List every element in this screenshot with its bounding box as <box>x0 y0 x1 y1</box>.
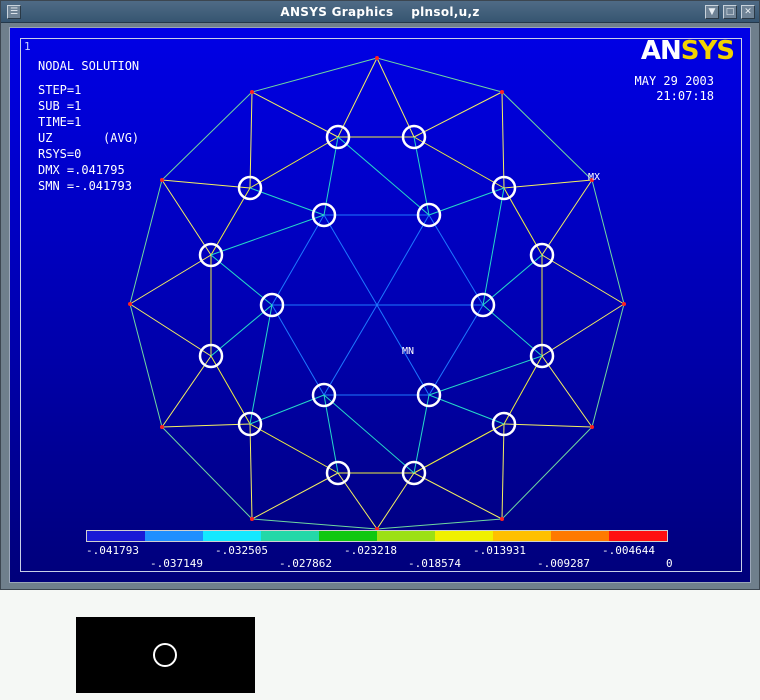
legend-label-bottom-3: -.018574 <box>408 557 461 570</box>
mesh-edge <box>251 91 339 138</box>
mesh-edge <box>501 426 593 520</box>
legend-label-top-1: -.041793 <box>86 544 139 557</box>
mesh-edge <box>413 91 503 138</box>
mesh-edge <box>413 136 505 189</box>
mesh-edge <box>251 472 339 520</box>
outer-node <box>160 178 164 182</box>
window-title: ANSYS Graphics <box>280 5 394 19</box>
maximize-icon[interactable]: □ <box>723 5 737 19</box>
node-circle-icon <box>153 643 177 667</box>
mesh-edge <box>376 57 415 138</box>
mesh-edge <box>541 254 625 305</box>
mesh-edge <box>249 304 273 425</box>
mesh-edge <box>428 355 543 396</box>
mesh-edge <box>251 518 378 530</box>
mesh-edge <box>541 179 593 256</box>
outer-node <box>128 302 132 306</box>
window-titlebar[interactable]: ☰ ANSYS Graphics plnsol,u,z ▼ □ ✕ <box>1 1 759 23</box>
legend-label-bottom-4: -.009287 <box>537 557 590 570</box>
mesh-edge <box>251 57 378 93</box>
legend-band-8 <box>493 531 551 541</box>
mesh-edge <box>541 355 593 428</box>
legend-band-6 <box>377 531 435 541</box>
legend-band-7 <box>435 531 493 541</box>
legend-band-10 <box>609 531 667 541</box>
mesh-edge <box>413 472 503 520</box>
window-command: plnsol,u,z <box>411 5 480 19</box>
mesh-edge <box>413 423 505 474</box>
ansys-graphics-window: ☰ ANSYS Graphics plnsol,u,z ▼ □ ✕ 1 ANSY… <box>0 0 760 590</box>
min-label: MN <box>402 346 414 357</box>
legend-label-top-4: -.013931 <box>473 544 526 557</box>
outer-node <box>375 56 379 60</box>
outer-node <box>500 517 504 521</box>
legend-label-top-2: -.032505 <box>215 544 268 557</box>
legend-band-5 <box>319 531 377 541</box>
legend-band-4 <box>261 531 319 541</box>
mesh-edge <box>376 518 503 530</box>
menu-icon[interactable]: ☰ <box>7 5 21 19</box>
mesh-edge <box>482 187 505 306</box>
outer-node <box>160 425 164 429</box>
mesh-edge <box>503 423 593 428</box>
mesh-edge <box>129 303 212 357</box>
legend-label-bottom-1: -.037149 <box>150 557 203 570</box>
mesh-edge <box>501 423 505 520</box>
mesh-edge <box>249 136 339 189</box>
mesh-edge <box>337 57 378 138</box>
mesh-edge <box>541 303 625 357</box>
mesh-edge <box>129 303 163 428</box>
legend-label-bottom-2: -.027862 <box>279 557 332 570</box>
mesh-edge <box>161 423 251 428</box>
mesh-edge <box>129 179 163 305</box>
outer-node <box>622 302 626 306</box>
outer-node <box>250 517 254 521</box>
minimize-icon[interactable]: ▼ <box>705 5 719 19</box>
mesh-edge <box>161 91 253 181</box>
mesh-edge <box>591 303 625 428</box>
mesh-edge <box>428 304 484 396</box>
mesh-edge <box>323 214 378 306</box>
legend-label-bottom-5: 0 <box>666 557 673 570</box>
close-icon[interactable]: ✕ <box>741 5 755 19</box>
legend-color-bar <box>86 530 668 542</box>
legend-band-9 <box>551 531 609 541</box>
mesh-edge <box>503 179 593 189</box>
graphics-viewport[interactable]: 1 ANSYS NODAL SOLUTION STEP=1 SUB =1 TIM… <box>9 27 751 583</box>
mesh-edge <box>428 214 484 306</box>
legend-band-1 <box>87 531 145 541</box>
max-label: MX <box>588 172 600 183</box>
mesh-edge <box>271 214 325 306</box>
outer-node <box>590 425 594 429</box>
legend-band-2 <box>145 531 203 541</box>
mesh-edge <box>161 426 253 520</box>
legend-label-top-5: -.004644 <box>602 544 655 557</box>
mesh-edge <box>161 355 212 428</box>
mesh-edge <box>376 57 503 93</box>
outer-node <box>250 90 254 94</box>
node-symbol-preview <box>76 617 255 693</box>
mesh-edge <box>249 91 253 189</box>
mesh-edge <box>161 179 212 256</box>
outer-node <box>500 90 504 94</box>
fe-mesh-plot[interactable]: MX MN <box>10 28 751 583</box>
mesh-edge <box>501 91 505 189</box>
legend-label-top-3: -.023218 <box>344 544 397 557</box>
contour-legend: -.041793 -.032505 -.023218 -.013931 -.00… <box>86 530 673 570</box>
mesh-edge <box>501 91 593 181</box>
mesh-edge <box>376 214 430 306</box>
mesh-edge <box>323 304 378 396</box>
mesh-edge <box>210 214 325 256</box>
mesh-edges <box>128 56 626 531</box>
mesh-edge <box>271 304 325 396</box>
mesh-edge <box>129 254 212 305</box>
mesh-edge <box>161 179 251 189</box>
legend-band-3 <box>203 531 261 541</box>
mesh-edge <box>591 179 625 305</box>
mesh-edge <box>249 423 339 474</box>
mesh-edge <box>249 423 253 520</box>
